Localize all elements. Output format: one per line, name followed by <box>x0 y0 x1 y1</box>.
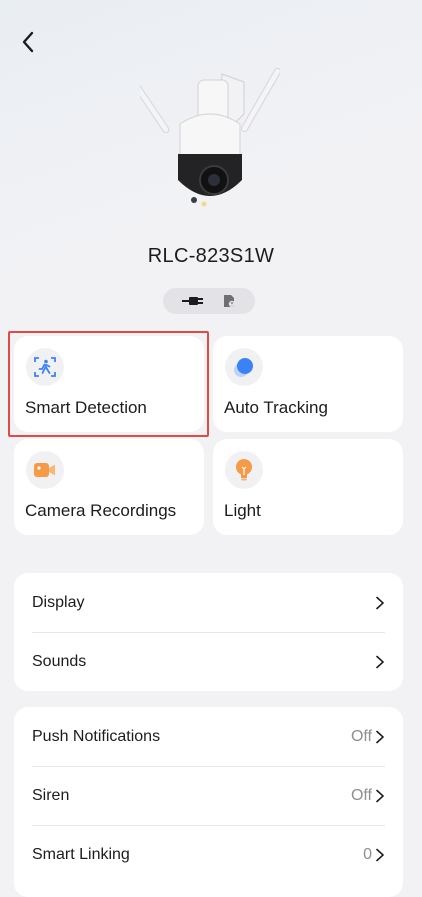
row-push-notifications[interactable]: Push Notifications Off <box>14 707 403 766</box>
chevron-left-icon <box>22 31 34 53</box>
sd-card-icon <box>223 295 235 308</box>
tile-auto-tracking[interactable]: Auto Tracking <box>213 336 403 432</box>
device-status-pill <box>163 288 255 314</box>
row-label: Sounds <box>32 652 87 670</box>
chevron-right-icon <box>376 596 384 609</box>
device-name: RLC-823S1W <box>147 245 275 267</box>
chevron-right-icon <box>376 848 384 861</box>
tile-label: Auto Tracking <box>224 398 328 417</box>
settings-card-alerts: Push Notifications Off Siren Off Smart L… <box>14 707 403 897</box>
person-scan-icon <box>34 357 56 377</box>
row-value: 0 <box>363 845 372 863</box>
chevron-right-icon <box>376 789 384 802</box>
tile-camera-recordings[interactable]: Camera Recordings <box>14 439 204 535</box>
row-value: Off <box>350 727 372 745</box>
row-value: Off <box>350 786 372 804</box>
row-label: Siren <box>32 786 70 804</box>
settings-card-display: Display Sounds <box>14 573 403 691</box>
tile-label: Light <box>224 501 261 520</box>
plug-power-icon <box>181 297 203 305</box>
row-sounds[interactable]: Sounds <box>14 632 403 691</box>
tile-label: Smart Detection <box>25 398 147 417</box>
camera-image <box>140 67 280 207</box>
tile-label: Camera Recordings <box>25 501 177 520</box>
tile-light[interactable]: Light <box>213 439 403 535</box>
row-label: Display <box>32 593 85 611</box>
lightbulb-icon <box>236 459 252 481</box>
tile-smart-detection[interactable]: Smart Detection <box>14 336 204 432</box>
row-display[interactable]: Display <box>14 573 403 632</box>
tracking-dot-icon <box>234 358 253 377</box>
row-label: Push Notifications <box>32 727 161 745</box>
row-siren[interactable]: Siren Off <box>14 766 403 825</box>
row-smart-linking[interactable]: Smart Linking 0 <box>14 825 403 884</box>
chevron-right-icon <box>376 730 384 743</box>
back-button[interactable] <box>14 28 42 56</box>
video-camera-icon <box>34 463 55 477</box>
row-label: Smart Linking <box>32 845 130 863</box>
chevron-right-icon <box>376 655 384 668</box>
